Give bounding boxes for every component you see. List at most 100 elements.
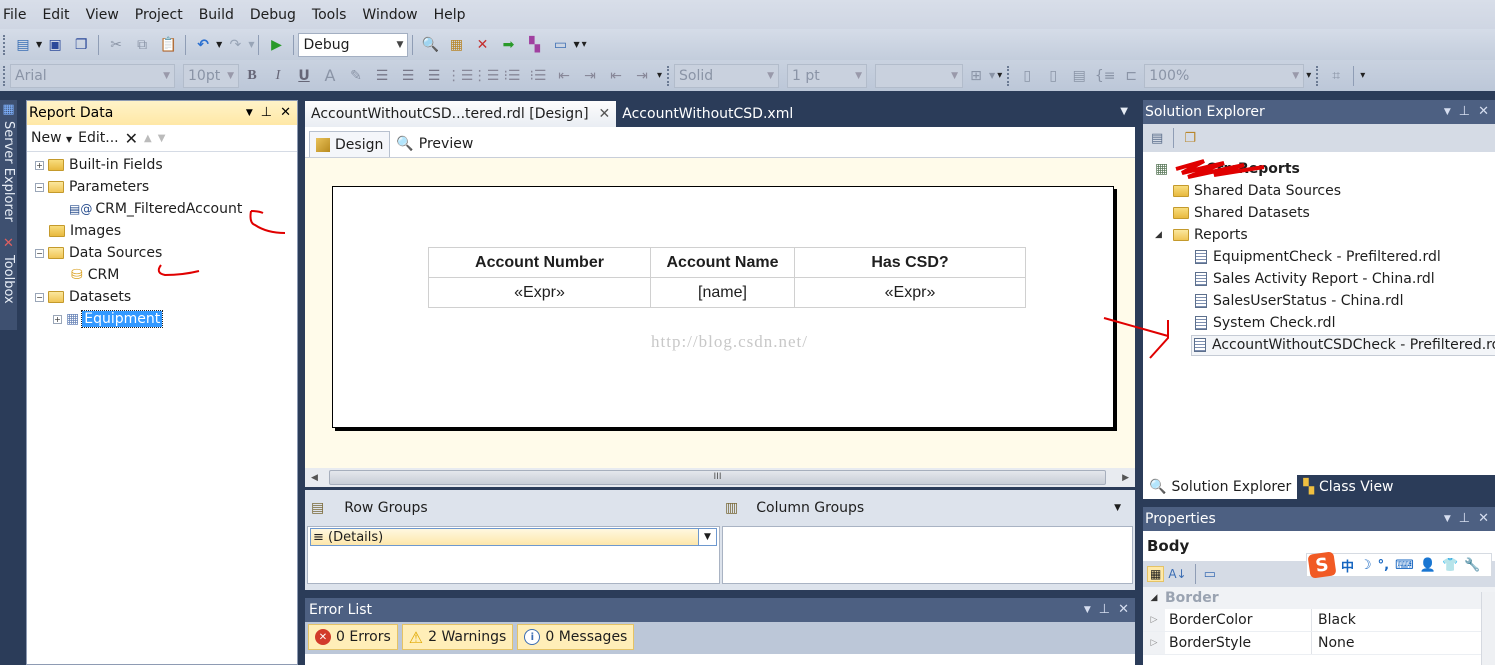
background-color-icon[interactable]: ✎ (345, 65, 367, 87)
close-icon[interactable]: ✕ (1478, 104, 1489, 120)
toolbar-grip[interactable] (1007, 65, 1011, 86)
details-group[interactable]: ≡ (Details) ▼ (310, 528, 717, 546)
undo-dropdown-icon[interactable]: ▼ (216, 40, 222, 49)
property-value[interactable]: None (1312, 635, 1355, 651)
user-icon[interactable]: 👤 (1420, 558, 1436, 573)
edit-button[interactable]: Edit... (78, 130, 118, 146)
collapse-icon[interactable]: − (35, 292, 44, 302)
cell-account-number-expr[interactable]: «Expr» (428, 277, 651, 308)
tree-node-parameters[interactable]: − Parameters (27, 176, 297, 198)
header-cell-has-csd[interactable]: Has CSD? (794, 247, 1026, 278)
bold-icon[interactable]: B (241, 65, 263, 87)
skin-icon[interactable]: 👕 (1442, 558, 1458, 573)
tree-node-datasets[interactable]: − Datasets (27, 286, 297, 308)
grouping-options-dropdown-icon[interactable]: ▼ (1114, 503, 1121, 513)
property-row-borderstyle[interactable]: ▷ BorderStyle None (1143, 632, 1495, 655)
toolbar-overflow-icon[interactable]: ▾ (582, 39, 587, 50)
pin-icon[interactable]: ⊥ (1459, 104, 1470, 120)
border-width-dropdown[interactable]: 1 pt ▼ (787, 63, 868, 88)
ruler-icon[interactable]: ⊏ (1120, 65, 1142, 87)
collapse-icon[interactable]: ◢ (1143, 593, 1165, 603)
cell-account-name[interactable]: [name] (650, 277, 795, 308)
close-icon[interactable]: ✕ (1118, 602, 1129, 618)
punctuation-icon[interactable]: °, (1378, 558, 1389, 573)
toolbar-overflow-icon[interactable]: ▾ (657, 70, 662, 81)
menu-window[interactable]: Window (354, 7, 425, 23)
new-project-icon[interactable]: ▤ (12, 34, 34, 56)
save-icon[interactable]: ▣ (44, 34, 66, 56)
design-canvas[interactable]: Account Number Account Name Has CSD? «Ex… (305, 158, 1135, 468)
cut-icon[interactable]: ✂ (105, 34, 127, 56)
server-explorer-tab[interactable]: ▦ Server Explorer (0, 100, 17, 230)
se-node-shared-data-sources[interactable]: Shared Data Sources (1143, 180, 1495, 202)
properties-icon[interactable]: ▦ (445, 34, 467, 56)
font-family-dropdown[interactable]: Arial ▼ (10, 63, 175, 88)
save-all-icon[interactable]: ❐ (70, 34, 92, 56)
new-project-dropdown-icon[interactable]: ▼ (36, 40, 42, 49)
menu-edit[interactable]: Edit (34, 7, 77, 23)
window-position-dropdown-icon[interactable]: ▼ (1444, 104, 1451, 120)
menu-tools[interactable]: Tools (304, 7, 355, 23)
se-node-shared-datasets[interactable]: Shared Datasets (1143, 202, 1495, 224)
properties-icon[interactable]: ▤ (1151, 131, 1163, 146)
toolbox-tab[interactable]: ✕ Toolbox (0, 234, 17, 330)
delete-button[interactable]: ✕ (125, 129, 138, 148)
tab-preview[interactable]: 🔍 Preview (390, 131, 479, 157)
grouping-icon[interactable]: {≡ (1094, 65, 1116, 87)
find-in-files-icon[interactable]: 🔍 (419, 34, 441, 56)
categorized-icon[interactable]: ▦ (1147, 566, 1165, 582)
horizontal-scrollbar[interactable]: ◀ III ▶ (305, 468, 1135, 487)
bulleted-list-2-icon[interactable]: ⁝☰ (527, 65, 549, 87)
warnings-filter-button[interactable]: ⚠ 2 Warnings (401, 624, 514, 650)
align-center-icon[interactable]: ☰ (397, 65, 419, 87)
window-position-dropdown-icon[interactable]: ▼ (1444, 511, 1451, 527)
close-icon[interactable]: ✕ (1478, 511, 1489, 527)
scroll-right-icon[interactable]: ▶ (1122, 473, 1129, 483)
se-node-report[interactable]: Sales Activity Report - China.rdl (1143, 268, 1495, 290)
toolbar-grip[interactable] (3, 65, 7, 86)
tree-node-crm-filteredaccount[interactable]: ▤@ CRM_FilteredAccount (27, 198, 297, 220)
se-node-reports[interactable]: ◢ Reports (1143, 224, 1495, 246)
se-node-report[interactable]: System Check.rdl (1143, 312, 1495, 334)
header-cell-account-number[interactable]: Account Number (428, 247, 651, 278)
scroll-left-icon[interactable]: ◀ (311, 473, 318, 483)
report-tablix[interactable]: Account Number Account Name Has CSD? «Ex… (428, 247, 1026, 308)
align-right-icon[interactable]: ☰ (423, 65, 445, 87)
report-footer-icon[interactable]: ▯ (1042, 65, 1064, 87)
property-value[interactable]: Black (1312, 612, 1356, 628)
expand-icon[interactable]: + (53, 314, 62, 324)
property-category-border[interactable]: ◢ Border (1143, 587, 1495, 609)
half-width-icon[interactable]: ☽ (1360, 558, 1372, 573)
redo-icon[interactable]: ↷ (224, 34, 246, 56)
chinese-mode-icon[interactable]: 中 (1341, 556, 1354, 575)
toolbox-icon[interactable]: ✕ (471, 34, 493, 56)
border-color-dropdown[interactable]: ▼ (875, 63, 964, 88)
italic-icon[interactable]: I (267, 65, 289, 87)
solution-explorer-icon[interactable]: ➡ (497, 34, 519, 56)
window-position-dropdown-icon[interactable]: ▼ (1084, 602, 1091, 618)
pin-icon[interactable]: ⊥ (1099, 602, 1110, 618)
expand-icon[interactable]: + (35, 160, 44, 170)
report-body[interactable]: Account Number Account Name Has CSD? «Ex… (332, 186, 1114, 428)
tree-node-equipment[interactable]: + ▦ Equipment (27, 308, 297, 330)
numbered-list-2-icon[interactable]: ⋮☰ (473, 65, 500, 87)
tab-report-design[interactable]: AccountWithoutCSD...tered.rdl [Design] ✕ (305, 101, 617, 127)
header-cell-account-name[interactable]: Account Name (650, 247, 795, 278)
cell-has-csd-expr[interactable]: «Expr» (794, 277, 1026, 308)
tab-class-view[interactable]: ▚ Class View (1297, 475, 1399, 499)
chevron-down-icon[interactable]: ▼ (698, 529, 716, 545)
tab-solution-explorer[interactable]: 🔍 Solution Explorer (1143, 475, 1298, 499)
se-node-report[interactable]: SalesUserStatus - China.rdl (1143, 290, 1495, 312)
decrease-indent-2-icon[interactable]: ⇤ (605, 65, 627, 87)
borders-dropdown-icon[interactable]: ▼ (989, 71, 995, 80)
font-size-dropdown[interactable]: 10pt ▼ (183, 63, 239, 88)
copy-icon[interactable]: ⧉ (131, 34, 153, 56)
paste-icon[interactable]: 📋 (157, 34, 179, 56)
window-position-dropdown-icon[interactable]: ▼ (246, 105, 253, 121)
tree-node-images[interactable]: Images (27, 220, 297, 242)
increase-indent-2-icon[interactable]: ⇥ (631, 65, 653, 87)
property-pages-icon[interactable]: ▭ (1204, 567, 1216, 582)
tab-xml-file[interactable]: AccountWithoutCSD.xml (616, 101, 799, 127)
collapse-icon[interactable]: − (35, 182, 44, 192)
menu-view[interactable]: View (78, 7, 127, 23)
